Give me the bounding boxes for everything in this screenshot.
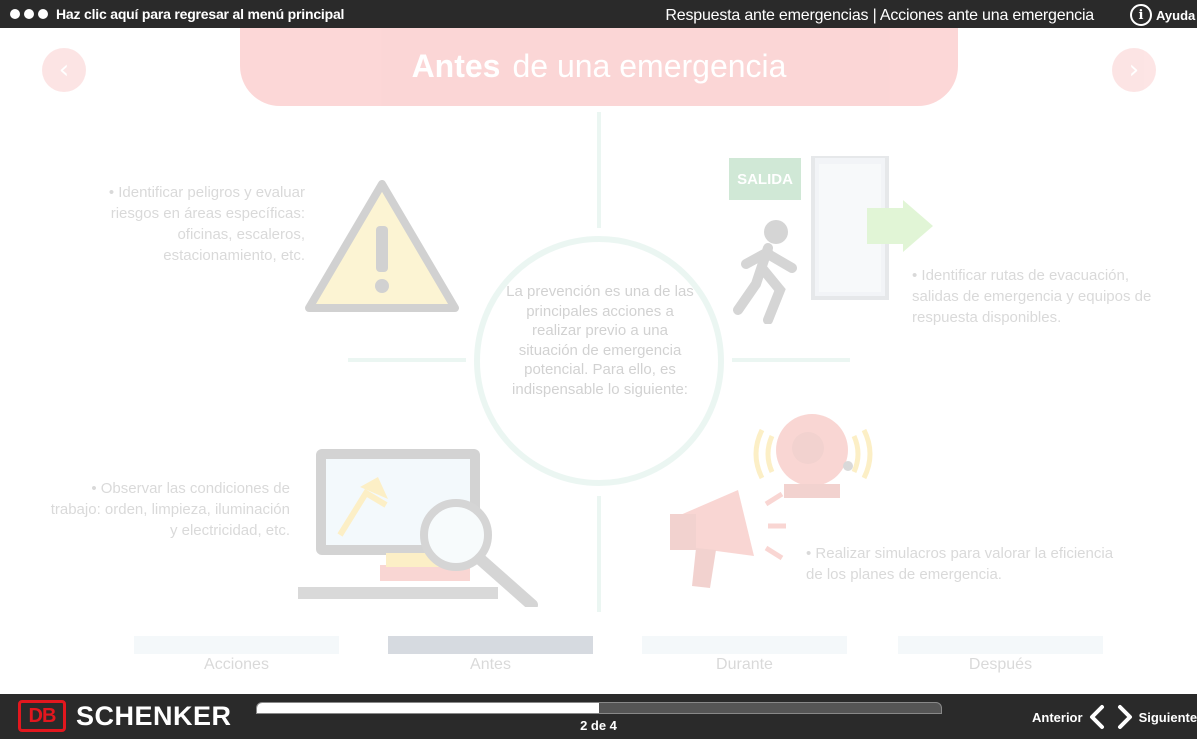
desk-magnifier-icon [298,449,538,607]
warning-icon [305,180,459,312]
connector-line [597,112,601,228]
item-drills: • Realizar simulacros para valorar la ef… [806,545,1114,583]
running-person-icon [733,220,797,324]
module-title: Respuesta ante emergencias | Acciones an… [665,7,1094,24]
connector-line [348,358,466,362]
faded-layer: Antes de una emergencia ‹ › La prevenció… [0,28,1197,694]
slide-prev-arrow[interactable]: ‹ [42,48,86,92]
step-tab-durante[interactable]: Durante [642,636,847,674]
step-tab-despues[interactable]: Después [898,636,1103,674]
megaphone-icon [670,490,786,588]
item-work-conditions: • Observar las condiciones de trabajo: o… [50,480,290,539]
help-label: Ayuda [1156,7,1196,23]
main-menu-link[interactable]: Haz clic aquí para regresar al menú prin… [56,6,344,22]
next-button[interactable]: Siguiente [1115,704,1197,730]
progress-bar [256,702,942,714]
chevron-left-icon [1089,705,1104,729]
step-label: Durante [716,656,773,673]
step-label: Después [968,656,1033,673]
section-banner: Antes de una emergencia [240,28,958,106]
step-label: Antes [470,656,511,673]
connector-line [597,496,601,612]
chevron-right-icon [1117,705,1132,729]
step-tab-acciones[interactable]: Acciones [134,636,339,674]
exit-sign-label: SALIDA [737,171,793,188]
next-label: Siguiente [1138,709,1197,725]
center-text: La prevención es una de las principales … [506,283,694,398]
slide-next-arrow[interactable]: › [1112,48,1156,92]
step-label: Acciones [204,656,269,673]
bottom-bar: DB SCHENKER 2 de 4 Anterior Siguiente [0,694,1197,739]
page-indicator: 2 de 4 [580,718,617,733]
info-icon: i [1130,4,1152,26]
step-tab-antes[interactable]: Antes [388,636,593,674]
top-bar: Haz clic aquí para regresar al menú prin… [0,0,1197,28]
item-evacuation: • Identificar rutas de evacuación, salid… [912,267,1152,326]
banner-title-bold: Antes [411,47,501,84]
item-hazards: • Identificar peligros y evaluar riesgos… [108,184,305,264]
window-dots [10,9,48,19]
pager: Anterior Siguiente [1032,704,1197,730]
previous-button[interactable]: Anterior [1032,704,1107,730]
content-stage: Antes de una emergencia ‹ › La prevenció… [0,28,1197,694]
previous-label: Anterior [1032,709,1083,725]
connector-line [732,358,850,362]
help-button[interactable]: i Ayuda [1130,4,1195,26]
step-tabs: Acciones Antes Durante Después [130,636,1105,676]
banner-title-rest: de una emergencia [512,47,787,84]
progress-fill [257,703,599,713]
